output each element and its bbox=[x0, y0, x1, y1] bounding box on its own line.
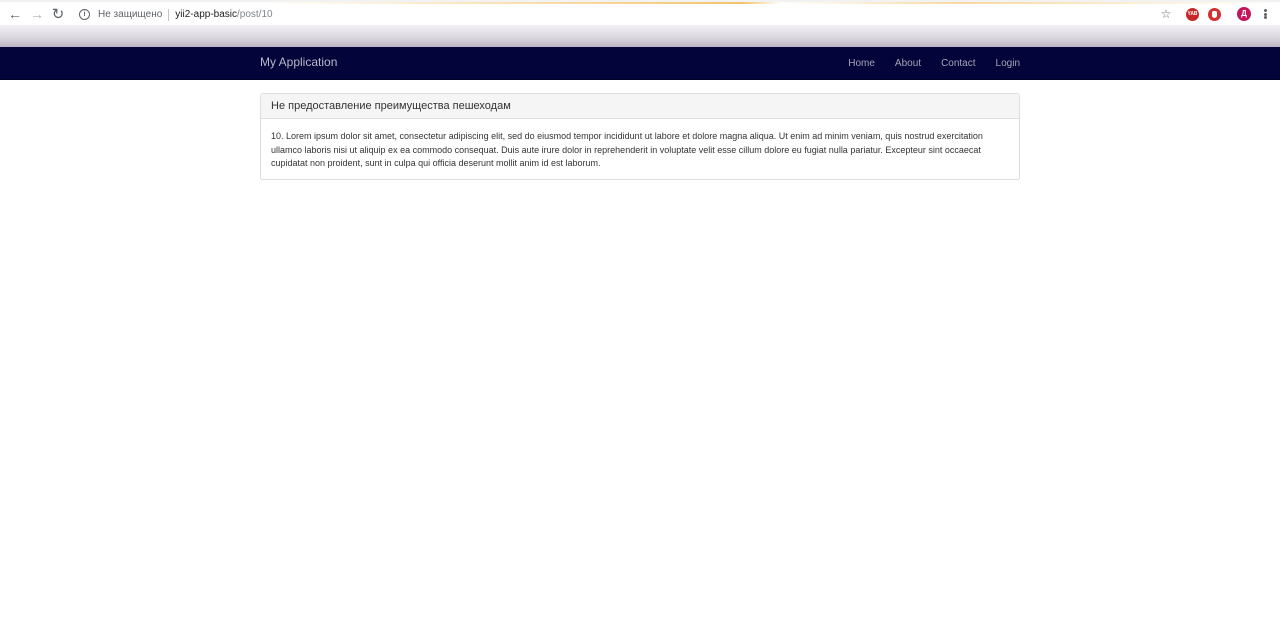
site-info-icon[interactable]: i bbox=[79, 9, 90, 20]
reload-icon[interactable]: ↻ bbox=[50, 6, 66, 23]
address-bar[interactable]: i Не защищено yii2-app-basic/post/10 bbox=[74, 4, 1184, 25]
nav-link-login[interactable]: Login bbox=[996, 58, 1020, 69]
post-panel: Не предоставление преимущества пешеходам… bbox=[260, 93, 1020, 180]
omnibox-divider bbox=[168, 8, 170, 21]
post-title: Не предоставление преимущества пешеходам bbox=[261, 94, 1019, 119]
nav-menu: Home About Contact Login bbox=[848, 47, 1020, 80]
back-arrow-icon[interactable]: ← bbox=[7, 6, 23, 22]
extension-adblock-icon[interactable] bbox=[1208, 8, 1221, 21]
nav-link-home[interactable]: Home bbox=[848, 58, 875, 69]
brand-link[interactable]: My Application bbox=[260, 55, 337, 69]
app-navbar: My Application Home About Contact Login bbox=[0, 47, 1280, 80]
browser-menu-icon[interactable] bbox=[1262, 7, 1268, 21]
extension-yab-icon[interactable]: YAB bbox=[1186, 8, 1199, 21]
forward-arrow-icon[interactable]: → bbox=[29, 6, 45, 22]
url-path: /post/10 bbox=[237, 9, 273, 20]
profile-avatar[interactable]: Д bbox=[1237, 7, 1251, 21]
nav-link-contact[interactable]: Contact bbox=[941, 58, 975, 69]
nav-link-about[interactable]: About bbox=[895, 58, 921, 69]
browser-toolbar: ← → ↻ i Не защищено yii2-app-basic/post/… bbox=[0, 0, 1280, 25]
bookmark-star-icon[interactable]: ☆ bbox=[1159, 7, 1173, 21]
bookmarks-bar bbox=[0, 25, 1280, 47]
not-secure-label: Не защищено bbox=[98, 9, 163, 20]
url-host: yii2-app-basic bbox=[175, 9, 237, 20]
post-body: 10. Lorem ipsum dolor sit amet, consecte… bbox=[271, 131, 983, 168]
